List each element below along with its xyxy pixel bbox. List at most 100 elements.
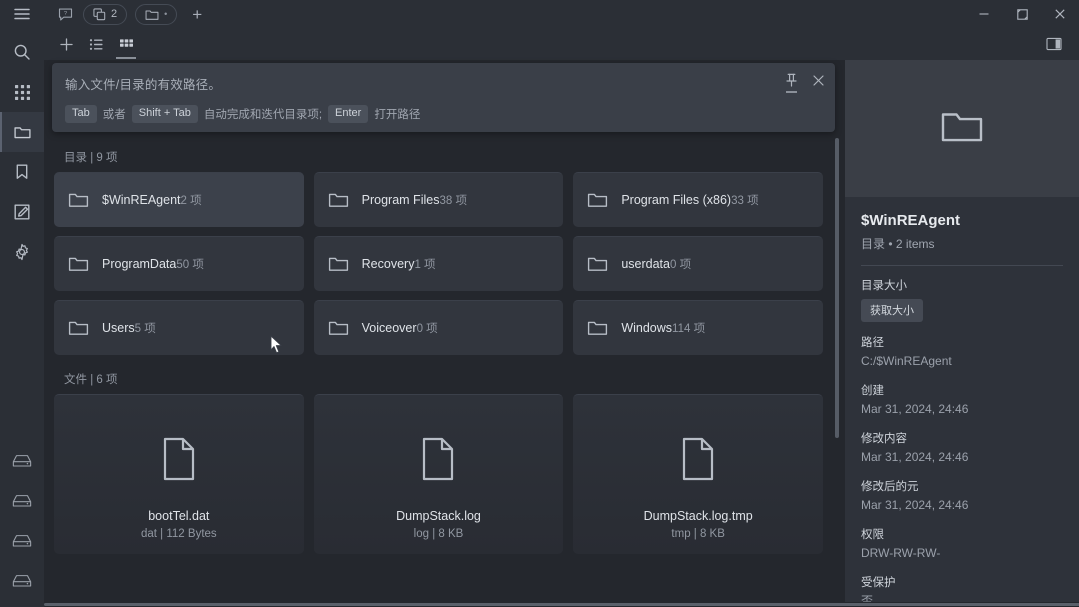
details-field: 权限 DRW-RW-RW- [861, 527, 1063, 562]
sidebar-item-notes[interactable] [0, 192, 44, 232]
folder-icon [145, 8, 159, 21]
folder-icon [328, 191, 349, 209]
maximize-restore-button[interactable] [1003, 0, 1041, 28]
folder-card-meta: Program Files38 项 [362, 191, 467, 210]
path-bar-actions [785, 73, 825, 93]
hamburger-menu-button[interactable] [0, 0, 44, 28]
horizontal-scrollbar-thumb[interactable] [44, 603, 1079, 606]
folder-name: Program Files [361, 192, 440, 207]
sidebar-drive-1[interactable] [0, 441, 44, 481]
file-card[interactable]: DumpStack.log.tmp tmp | 8 KB [573, 394, 823, 554]
document-icon [162, 437, 196, 486]
new-tab-button[interactable]: + [182, 6, 212, 23]
minimize-button[interactable] [965, 0, 1003, 28]
list-view-button[interactable] [82, 31, 110, 57]
folder-card[interactable]: Program Files (x86)33 项 [573, 172, 823, 227]
details-field-value: DRW-RW-RW- [861, 546, 941, 560]
folder-name: ProgramData [102, 256, 177, 271]
details-field: 修改内容 Mar 31, 2024, 24:46 [861, 431, 1063, 466]
path-input-placeholder[interactable]: 输入文件/目录的有效路径。 [65, 74, 822, 93]
folder-icon [587, 319, 608, 337]
files-group-header: 文件 | 6 项 [64, 374, 118, 386]
pin-icon[interactable] [785, 73, 798, 93]
window-controls [965, 0, 1079, 28]
sidebar-drive-2[interactable] [0, 481, 44, 521]
folder-card-meta: Voiceover0 项 [362, 319, 438, 338]
path-input-bar[interactable]: 输入文件/目录的有效路径。 Tab 或者 Shift + Tab 自动完成和迭代… [52, 63, 835, 132]
sidebar-drive-4[interactable] [0, 561, 44, 601]
svg-text:?: ? [63, 10, 67, 16]
folder-context-pill[interactable]: • [135, 3, 178, 25]
sidebar-item-files[interactable] [0, 112, 44, 152]
file-listing-scroll[interactable]: 目录 | 9 项 $WinREAgent2 项 Program Files38 项… [44, 60, 845, 607]
file-name: DumpStack.log [396, 509, 481, 523]
folder-card[interactable]: Program Files38 项 [313, 172, 564, 227]
details-field: 创建 Mar 31, 2024, 24:46 [861, 383, 1063, 418]
folder-card[interactable]: Recovery1 项 [313, 236, 564, 291]
horizontal-scrollbar[interactable] [44, 602, 1079, 607]
folder-item-count: 5 项 [134, 322, 156, 335]
folder-item-count: 114 项 [672, 322, 706, 335]
sidebar-item-apps[interactable] [0, 72, 44, 112]
document-icon [681, 437, 715, 486]
folder-card[interactable]: Voiceover0 项 [313, 300, 564, 355]
key-enter: Enter [328, 105, 369, 123]
toolbar-right-group [1040, 31, 1079, 57]
preview-thumbnail [845, 60, 1079, 197]
folder-name: Users [102, 320, 135, 335]
document-icon [421, 437, 455, 486]
folder-item-count: 38 项 [439, 194, 467, 207]
folder-icon [328, 319, 349, 337]
tabs-count-label: 2 [111, 8, 118, 20]
hint-autocomplete: 自动完成和迭代目录项; [203, 108, 323, 121]
directories-group-header: 目录 | 9 项 [64, 152, 118, 164]
file-listing: 目录 | 9 项 $WinREAgent2 项 Program Files38 项… [44, 133, 845, 554]
side-panel-toggle-button[interactable] [1040, 31, 1068, 57]
help-bubble-icon[interactable]: ? [52, 3, 78, 25]
sidebar-item-settings[interactable] [0, 232, 44, 272]
sidebar-item-bookmarks[interactable] [0, 152, 44, 192]
hint-open-path: 打开路径 [374, 108, 421, 121]
chevron-down-icon: • [164, 9, 168, 19]
tabs-count-pill[interactable]: 2 [83, 3, 128, 25]
sidebar-drives-group [0, 441, 44, 607]
details-field-label: 创建 [861, 385, 884, 398]
folder-icon [587, 255, 608, 273]
sidebar-drive-3[interactable] [0, 521, 44, 561]
get-size-button[interactable]: 获取大小 [861, 299, 923, 323]
details-field-value: C:/$WinREAgent [861, 354, 952, 369]
close-button[interactable] [1041, 0, 1079, 28]
sidebar-item-search[interactable] [0, 32, 44, 72]
details-field-label: 目录大小 [861, 280, 907, 293]
vertical-scrollbar[interactable] [835, 138, 839, 599]
file-card[interactable]: DumpStack.log log | 8 KB [313, 394, 564, 554]
details-field-label: 路径 [861, 337, 884, 350]
details-field: 路径 C:/$WinREAgent [861, 335, 1063, 370]
details-field-value: Mar 31, 2024, 24:46 [861, 450, 969, 465]
file-meta: log | 8 KB [413, 528, 464, 541]
file-manager-window: ? 2 • + 输入文件/目录的有效路径。 Tab 或者 Shift + Tab… [0, 0, 1079, 607]
details-divider [861, 265, 1063, 267]
folder-icon [68, 191, 89, 209]
folder-card[interactable]: Users5 项 [54, 300, 304, 355]
details-info: $WinREAgent 目录 • 2 items 目录大小 获取大小 路径 C:/$W… [845, 197, 1079, 607]
close-path-bar-icon[interactable] [812, 74, 825, 87]
folder-card-meta: Users5 项 [102, 319, 156, 338]
folder-card[interactable]: userdata0 项 [573, 236, 823, 291]
folder-card[interactable]: $WinREAgent2 项 [54, 172, 304, 227]
details-field: 修改后的元 Mar 31, 2024, 24:46 [861, 479, 1063, 514]
details-field-label: 受保护 [861, 576, 896, 589]
details-field-label: 修改内容 [861, 433, 907, 446]
folder-card[interactable]: ProgramData50 项 [54, 236, 304, 291]
grid-view-button[interactable] [112, 31, 140, 59]
toolbar [44, 28, 1079, 60]
details-field-value: Mar 31, 2024, 24:46 [861, 402, 969, 417]
add-button[interactable] [52, 31, 80, 57]
folder-name: Program Files (x86) [621, 192, 732, 207]
vertical-scrollbar-thumb[interactable] [835, 138, 839, 438]
folder-name: userdata [621, 256, 670, 271]
file-card[interactable]: bootTel.dat dat | 112 Bytes [54, 394, 304, 554]
folder-card-meta: $WinREAgent2 项 [102, 191, 202, 210]
folder-card[interactable]: Windows114 项 [573, 300, 823, 355]
file-name: DumpStack.log.tmp [643, 509, 753, 523]
